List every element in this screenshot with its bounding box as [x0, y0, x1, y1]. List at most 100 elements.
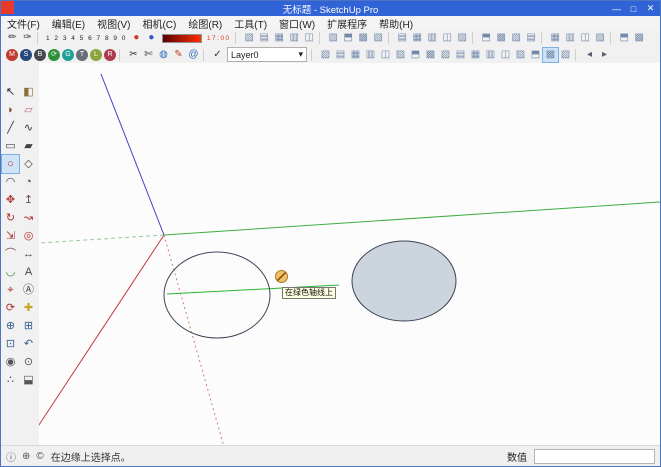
menu-view[interactable]: 视图(V) [91, 16, 136, 31]
cube-tool-icon[interactable]: ◫ [440, 31, 455, 45]
3d-text-tool[interactable]: Ⓐ [20, 281, 37, 299]
axes-tool[interactable]: ⌖ [2, 281, 19, 299]
cube-tool-icon[interactable]: ◫ [378, 48, 393, 62]
red-axis-dotted[interactable] [164, 235, 230, 446]
scale-tool[interactable]: ⇲ [2, 227, 19, 245]
cube-tool-icon[interactable]: ▦ [272, 31, 287, 45]
cube-tool-icon[interactable]: ▩ [543, 48, 558, 62]
credits-icon[interactable]: © [36, 451, 43, 462]
green-axis-negative[interactable] [39, 235, 164, 243]
cube-tool-icon[interactable]: ▧ [371, 31, 386, 45]
layer-dropdown[interactable]: Layer0▾ [227, 47, 307, 62]
blue-axis[interactable] [101, 74, 164, 235]
scissors-icon[interactable]: ✂ [126, 48, 141, 62]
layer-visibility-check-icon[interactable]: ✓ [210, 48, 225, 62]
cube-tool-icon[interactable]: ⬒ [479, 31, 494, 45]
cube-tool-icon[interactable]: ▧ [242, 31, 257, 45]
olive-plugin-badge[interactable]: L [90, 49, 102, 61]
drawn-circle-edge[interactable] [164, 252, 270, 338]
select-tool[interactable]: ↖ [2, 83, 19, 101]
menu-tools[interactable]: 工具(T) [228, 16, 273, 31]
make-component-tool[interactable]: ◧ [20, 83, 37, 101]
geolocation-icon[interactable]: ⊕ [22, 451, 30, 462]
m-plugin-badge[interactable]: M [6, 49, 18, 61]
title-bar[interactable]: 无标题 - SketchUp Pro — □ ✕ [1, 1, 660, 16]
cube-tool-icon[interactable]: ▦ [348, 48, 363, 62]
text-tool[interactable]: A [20, 263, 37, 281]
cube-tool-icon[interactable]: ⬒ [617, 31, 632, 45]
knife-icon[interactable]: ✄ [141, 48, 156, 62]
menu-extensions[interactable]: 扩展程序 [321, 16, 373, 31]
nav-forward-icon[interactable]: ▸ [597, 48, 612, 62]
move-tool[interactable]: ✥ [2, 191, 19, 209]
freehand-tool[interactable]: ∿ [20, 119, 37, 137]
zoom-window-tool[interactable]: ⊞ [20, 317, 37, 335]
cube-tool-icon[interactable]: ◫ [498, 48, 513, 62]
cube-tool-icon[interactable]: ▤ [453, 48, 468, 62]
pie-tool[interactable]: ◔ [20, 173, 37, 191]
measurement-input[interactable] [534, 449, 655, 464]
offset-tool[interactable]: ◎ [20, 227, 37, 245]
dark-plugin-badge[interactable]: B [34, 49, 46, 61]
cube-tool-icon[interactable]: ▧ [438, 48, 453, 62]
pan-tool[interactable]: ✚ [20, 299, 37, 317]
cube-tool-icon[interactable]: ▨ [326, 31, 341, 45]
close-button[interactable]: ✕ [642, 3, 659, 14]
nav-back-icon[interactable]: ◂ [582, 48, 597, 62]
cube-tool-icon[interactable]: ▧ [558, 48, 573, 62]
cube-tool-icon[interactable]: ▦ [468, 48, 483, 62]
cube-tool-icon[interactable]: ▦ [548, 31, 563, 45]
at-icon[interactable]: @ [186, 48, 201, 62]
polygon-tool[interactable]: ◇ [20, 155, 37, 173]
arc-tool[interactable]: ◠ [2, 173, 19, 191]
cube-tool-icon[interactable]: ▩ [632, 31, 647, 45]
tape-measure-tool[interactable]: ⌒ [2, 245, 19, 263]
cube-tool-icon[interactable]: ▤ [333, 48, 348, 62]
previous-view-tool[interactable]: ↶ [20, 335, 37, 353]
cube-tool-icon[interactable]: ▤ [395, 31, 410, 45]
rotated-rectangle-tool[interactable]: ▰ [20, 137, 37, 155]
red-pencil-icon[interactable]: ✎ [171, 48, 186, 62]
menu-camera[interactable]: 相机(C) [136, 16, 182, 31]
push-pull-tool[interactable]: ↥ [20, 191, 37, 209]
section-plane-tool[interactable]: ⬓ [20, 371, 37, 389]
cube-tool-icon[interactable]: ◫ [578, 31, 593, 45]
minimize-button[interactable]: — [608, 4, 625, 14]
cube-tool-icon[interactable]: ▩ [423, 48, 438, 62]
cube-tool-icon[interactable]: ▧ [318, 48, 333, 62]
sync-plugin-badge[interactable]: ⟳ [48, 49, 60, 61]
zoom-extents-tool[interactable]: ⊡ [2, 335, 19, 353]
cube-tool-icon[interactable]: ◫ [302, 31, 317, 45]
red-gradient-slider[interactable] [162, 34, 202, 43]
drawing-canvas[interactable]: 在绿色轴线上 [39, 63, 660, 446]
dimension-tool[interactable]: ↔ [20, 245, 37, 263]
cube-tool-icon[interactable]: ▥ [363, 48, 378, 62]
cube-tool-icon[interactable]: ⬒ [341, 31, 356, 45]
green-axis[interactable] [164, 202, 660, 235]
cube-tool-icon[interactable]: ▨ [593, 31, 608, 45]
blue-plugin-badge[interactable]: S [20, 49, 32, 61]
walk-tool[interactable]: ∴ [2, 371, 19, 389]
red-axis[interactable] [39, 235, 164, 434]
cube-tool-icon[interactable]: ▧ [509, 31, 524, 45]
filled-circle-face[interactable] [352, 241, 456, 321]
cube-tool-icon[interactable]: ▨ [393, 48, 408, 62]
gray-plugin-badge[interactable]: T [76, 49, 88, 61]
orbit-tool[interactable]: ⟳ [2, 299, 19, 317]
cube-tool-icon[interactable]: ⬒ [528, 48, 543, 62]
protractor-tool[interactable]: ◡ [2, 263, 19, 281]
zoom-tool[interactable]: ⊕ [2, 317, 19, 335]
cube-tool-icon[interactable]: ▥ [287, 31, 302, 45]
line-tool[interactable]: ╱ [2, 119, 19, 137]
menu-file[interactable]: 文件(F) [1, 16, 46, 31]
position-camera-tool[interactable]: ◉ [2, 353, 19, 371]
paint-bucket-tool[interactable]: ◗ [2, 101, 19, 119]
pencil-tool-icon[interactable]: ✏ [5, 31, 20, 45]
menu-draw[interactable]: 绘图(R) [182, 16, 228, 31]
menu-window[interactable]: 窗口(W) [273, 16, 321, 31]
cube-tool-icon[interactable]: ▥ [483, 48, 498, 62]
cube-tool-icon[interactable]: ▩ [356, 31, 371, 45]
menu-edit[interactable]: 编辑(E) [46, 16, 91, 31]
globe-icon[interactable]: ◍ [156, 48, 171, 62]
eraser-tool[interactable]: ▱ [20, 101, 37, 119]
